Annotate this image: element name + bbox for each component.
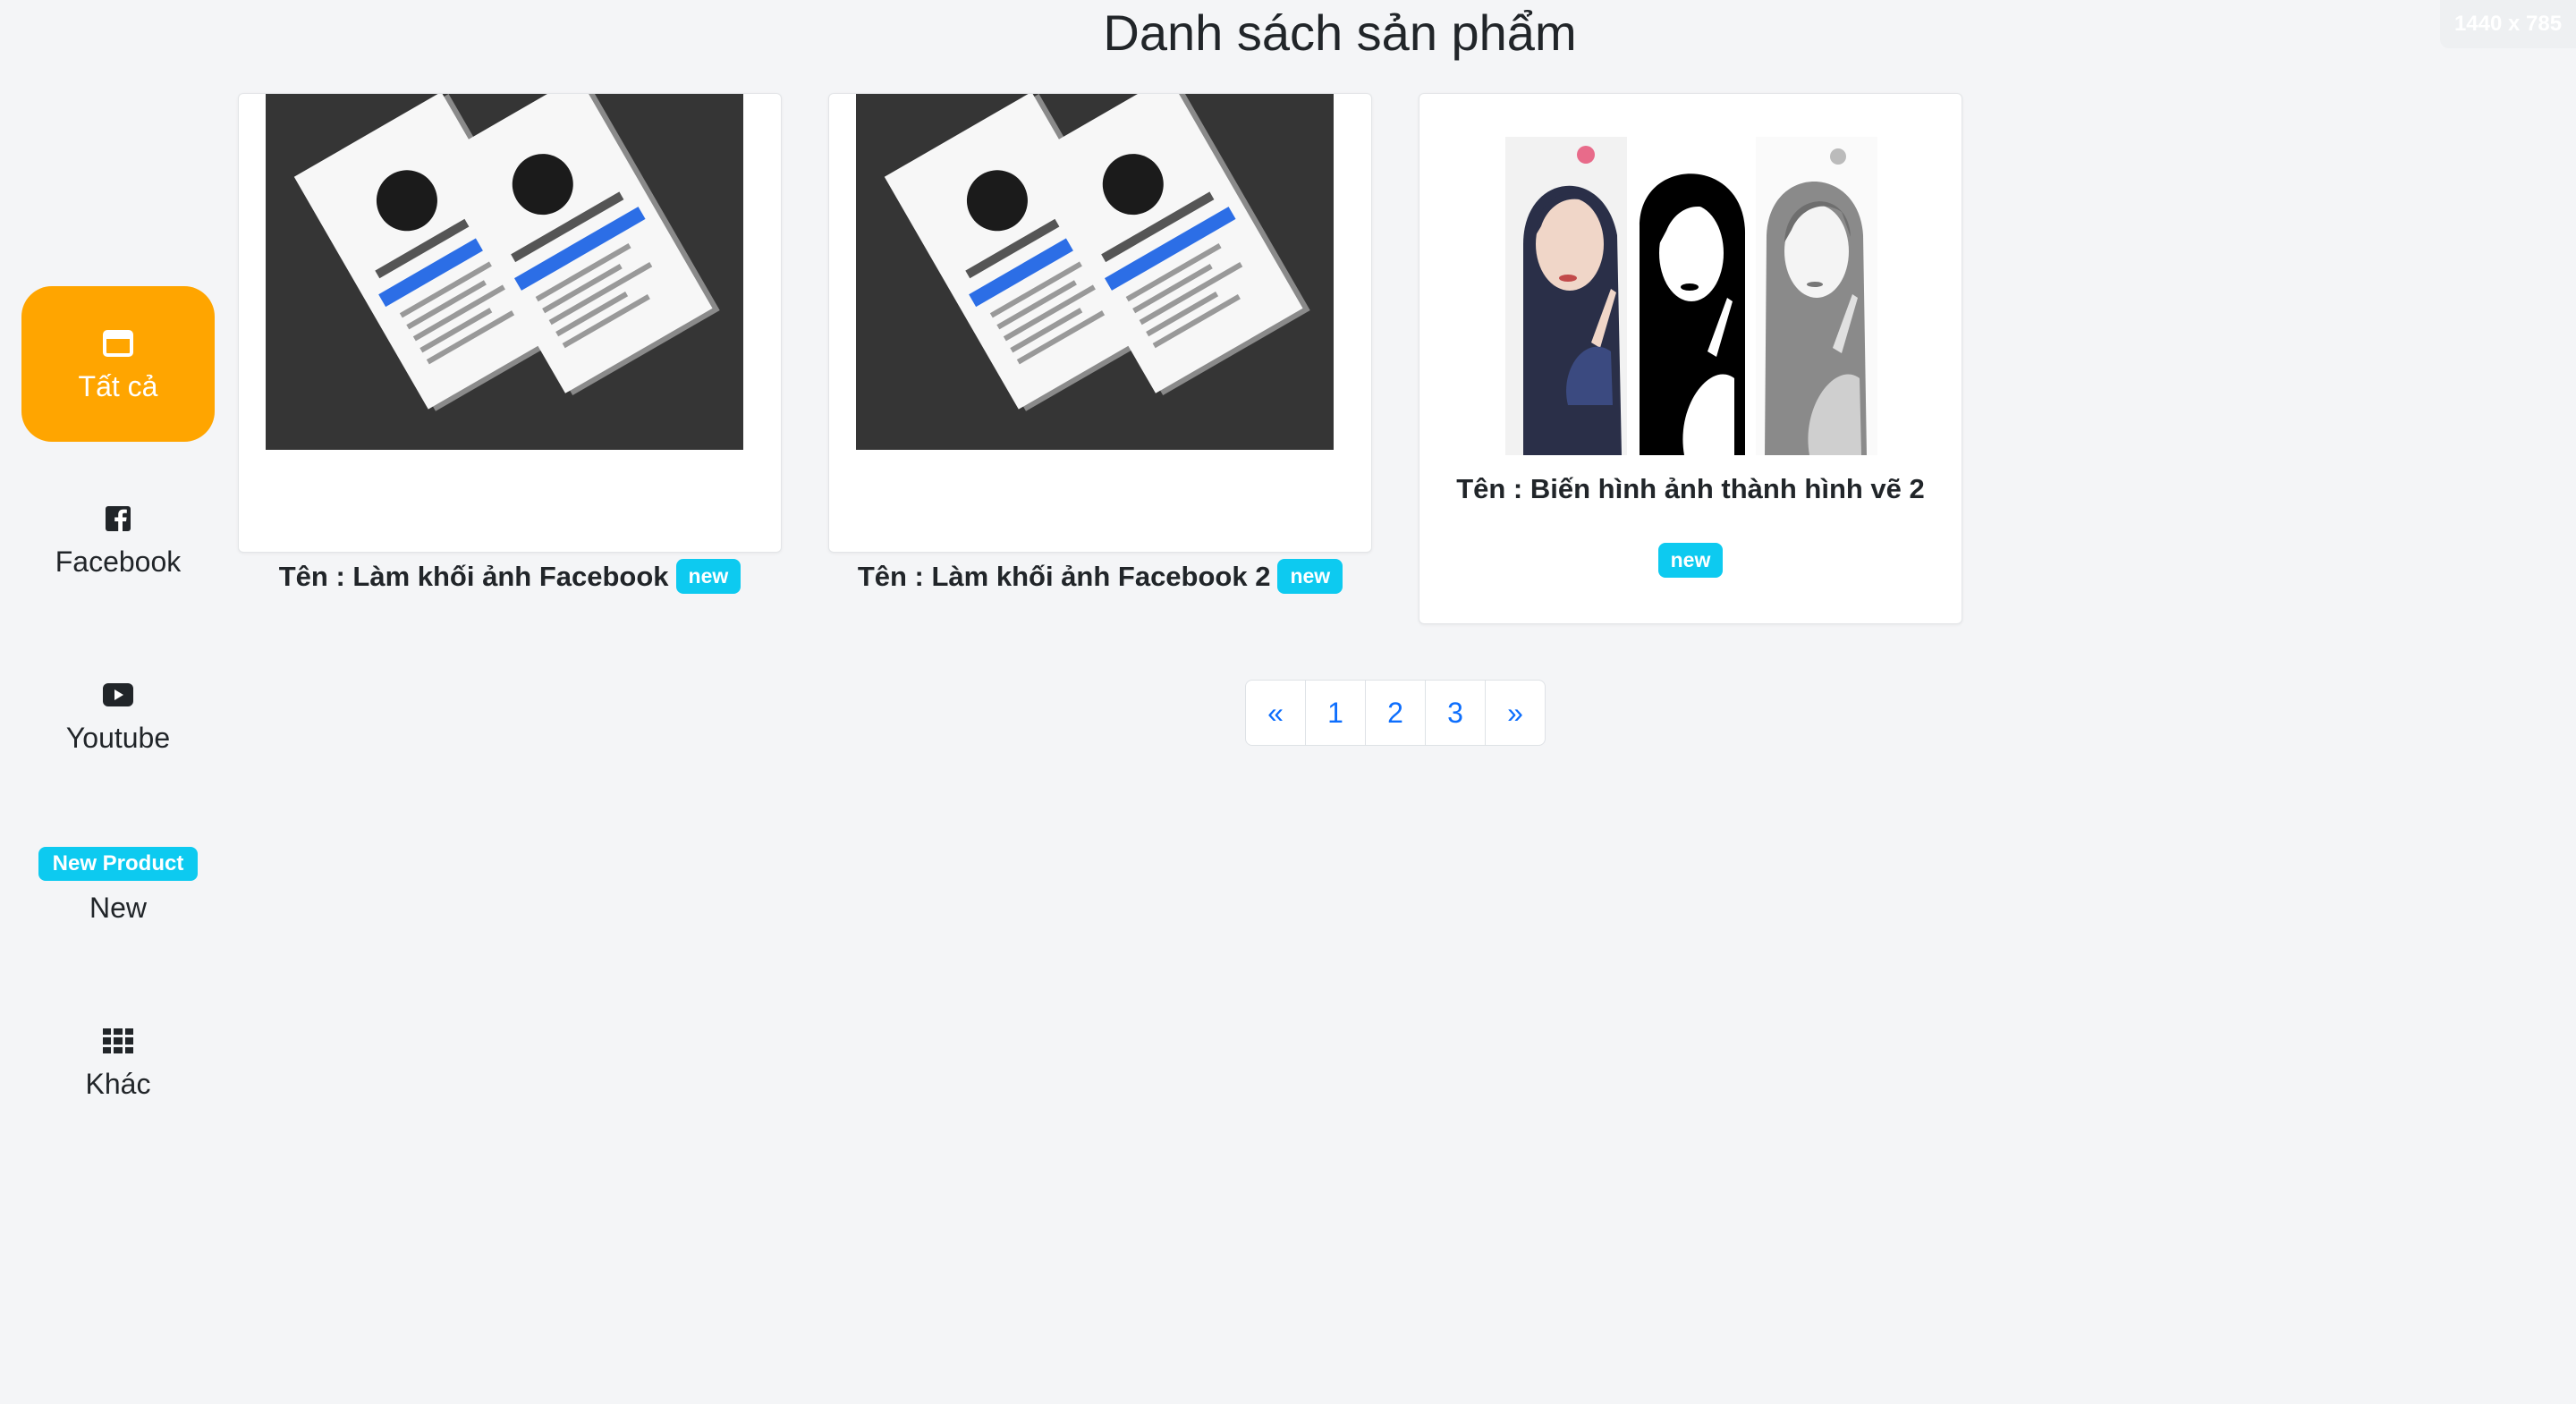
product-title[interactable]: Tên : Làm khối ảnh Facebook new bbox=[239, 559, 781, 594]
new-badge: new bbox=[1657, 543, 1724, 578]
product-title[interactable]: Tên : Biến hình ảnh thành hình vẽ 2 bbox=[1419, 473, 1962, 505]
sidebar-item-label: Youtube bbox=[65, 721, 171, 754]
sidebar: Tất cả Facebook Youtube New Product New … bbox=[0, 0, 236, 1404]
badge-row: new bbox=[1419, 543, 1962, 578]
sidebar-item-facebook[interactable]: Facebook bbox=[21, 461, 215, 617]
grid-icon bbox=[103, 1023, 133, 1059]
page-title: Danh sách sản phẩm bbox=[1103, 4, 1577, 61]
sidebar-item-label: New bbox=[89, 891, 147, 924]
product-card[interactable]: Tên : Làm khối ảnh Facebook 2 new bbox=[828, 93, 1372, 594]
youtube-icon bbox=[103, 677, 133, 713]
new-product-badge: New Product bbox=[38, 846, 199, 881]
product-card[interactable]: Tên : Biến hình ảnh thành hình vẽ 2 new bbox=[1419, 93, 1962, 624]
product-title-text: Tên : Làm khối ảnh Facebook bbox=[278, 560, 669, 592]
sidebar-item-other[interactable]: Khác bbox=[21, 984, 215, 1139]
pagination-page-2[interactable]: 2 bbox=[1365, 681, 1425, 745]
window-icon bbox=[103, 326, 133, 361]
pagination-prev[interactable]: « bbox=[1246, 681, 1305, 745]
pagination-next[interactable]: » bbox=[1485, 681, 1545, 745]
new-badge: new bbox=[1277, 559, 1343, 594]
pagination: « 1 2 3 » bbox=[1245, 680, 1546, 746]
sidebar-item-label: Tất cả bbox=[78, 369, 158, 402]
product-image[interactable] bbox=[856, 94, 1334, 450]
sidebar-item-label: Facebook bbox=[55, 545, 182, 578]
page: 1440 x 785 Tất cả Facebook Youtube New P… bbox=[0, 0, 2576, 1404]
sidebar-item-all[interactable]: Tất cả bbox=[21, 286, 215, 442]
sidebar-item-label: Khác bbox=[85, 1067, 151, 1100]
product-image[interactable] bbox=[1505, 137, 1877, 455]
new-badge: new bbox=[675, 559, 741, 594]
product-image[interactable] bbox=[266, 94, 743, 450]
sidebar-item-youtube[interactable]: Youtube bbox=[21, 638, 215, 793]
product-title-text: Tên : Làm khối ảnh Facebook 2 bbox=[857, 560, 1271, 592]
sidebar-item-new[interactable]: New Product New bbox=[21, 808, 215, 963]
pagination-page-3[interactable]: 3 bbox=[1425, 681, 1485, 745]
product-card[interactable]: Tên : Làm khối ảnh Facebook new bbox=[238, 93, 782, 594]
facebook-icon bbox=[106, 501, 131, 537]
product-title[interactable]: Tên : Làm khối ảnh Facebook 2 new bbox=[829, 559, 1371, 594]
product-title-text: Tên : Biến hình ảnh thành hình vẽ 2 bbox=[1456, 473, 1925, 504]
pagination-page-1[interactable]: 1 bbox=[1305, 681, 1365, 745]
